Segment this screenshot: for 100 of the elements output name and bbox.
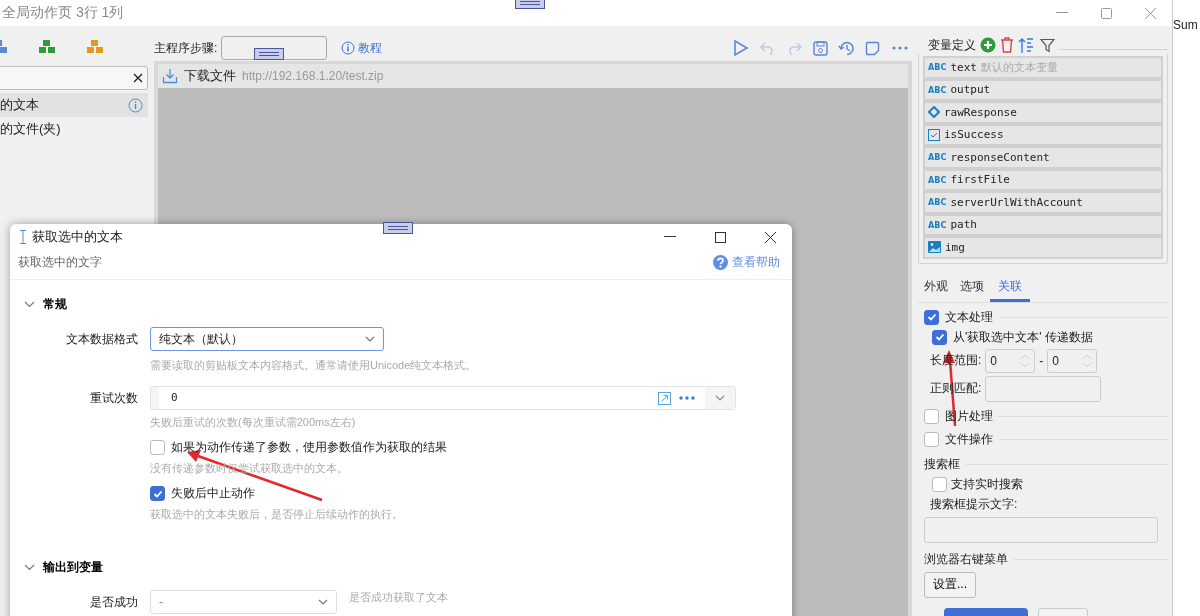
variable-item[interactable]: isSuccess [923,123,1163,146]
image-icon [928,241,941,254]
help-icon [713,255,728,270]
save-icon[interactable] [813,40,828,56]
checkbox[interactable] [932,476,947,492]
variable-item[interactable]: ABC path [923,213,1163,236]
chevron-down-icon [365,336,375,342]
checkbox[interactable] [924,431,939,447]
type-label: ABC [928,84,947,95]
check-icon [152,488,163,499]
chevron-down-icon [318,599,328,605]
info-icon [341,41,356,55]
add-icon[interactable] [980,37,996,53]
cubes-icon[interactable] [86,39,104,55]
checkbox-label: 失败后中止动作 [171,485,255,502]
close-icon [764,231,776,243]
diamond-icon [928,106,940,119]
settings-button[interactable]: 设置... [924,571,976,598]
variable-item[interactable]: img [923,236,1163,259]
drag-handle-icon [254,48,284,60]
drag-handle-icon [515,0,545,9]
variable-item[interactable]: ABC serverUrlWithAccount [923,191,1163,214]
sort-icon[interactable] [1018,36,1036,54]
cubes-icon[interactable] [38,39,56,55]
window-title: 全局动作页 3行 1列 [2,4,124,22]
field-label: 文本数据格式 [65,331,138,348]
more-icon [679,396,695,400]
variable-item[interactable]: ABC responseContent [923,146,1163,169]
section-header[interactable]: 常规 [10,296,67,313]
type-label: ABC [928,152,947,163]
field-hint: 获取选中的文本失败后，是否停止后续动作的执行。 [150,507,403,521]
checkbox-label: 如果为动作传递了参数，使用参数值作为获取的结果 [171,439,447,456]
spinner-icon [1020,353,1031,368]
input-field[interactable] [985,375,1102,402]
spin-field[interactable]: 0 [985,348,1036,373]
checkbox[interactable] [150,440,165,455]
more-icon[interactable] [892,46,908,50]
range-separator: - [1039,353,1044,368]
maximize-icon [1100,7,1112,19]
dropdown[interactable]: - [150,590,337,614]
type-label: ABC [928,174,947,185]
field-label: 重试次数 [89,390,138,407]
step-detail: http://192.168.1.20/test.zip [242,69,384,83]
download-icon [162,68,178,84]
list-item[interactable]: 的文本 [0,93,148,117]
group-title: 浏览器右键菜单 [924,550,1008,568]
checkbox[interactable] [150,486,165,501]
chevron-icon [24,564,35,571]
minimize-icon [664,236,676,238]
variable-item[interactable]: rawResponse [923,101,1163,124]
note-icon[interactable] [865,40,880,56]
close-icon [133,73,143,83]
checkbox[interactable] [932,329,947,345]
close-icon [1144,7,1156,19]
type-label: ABC [928,219,947,230]
check-icon [934,332,945,342]
minimize-icon [1056,12,1068,14]
field-label: 主程序步骤: [154,39,218,57]
variable-item[interactable]: ABC output [923,78,1163,101]
tab[interactable]: 关联 [990,273,1030,302]
field-hint: 需要读取的剪贴板文本内容格式。通常请使用Unicode纯文本格式。 [150,358,477,372]
step-name: 下载文件 [184,67,236,85]
checkbox[interactable] [924,408,939,424]
spin-field[interactable]: 0 [1047,348,1098,373]
input-field[interactable]: 0 [150,386,736,410]
variable-item[interactable]: ABC firstFile [923,168,1163,191]
field-hint: 失败后重试的次数(每次重试需200ms左右) [150,415,356,429]
checkbox-label: 支持实时搜索 [951,475,1023,493]
input-field[interactable] [924,516,1158,543]
spinner-icon [1082,353,1093,368]
dialog-title: 获取选中的文本 [32,228,124,246]
field-label: 搜索框提示文字: [930,495,1018,513]
search-field[interactable] [0,66,148,90]
checkbox-label: 从'获取选中文本' 传递数据 [953,328,1093,346]
tab[interactable]: 外观 [918,273,954,302]
maximize-icon [714,231,726,243]
group-title: 搜索框 [924,455,960,473]
panel-title: 变量定义 [928,36,976,54]
trash-icon[interactable] [1000,37,1014,53]
check-icon [926,312,937,322]
play-icon[interactable] [733,39,749,57]
field-hint: 是否成功获取了文本 [349,590,448,604]
type-label: ABC [928,197,947,208]
text-cursor-icon [20,230,26,244]
filter-icon[interactable] [1040,37,1055,53]
step-row[interactable]: 下载文件 http://192.168.1.20/test.zip [158,64,908,88]
dropdown[interactable]: 纯文本（默认） [150,327,384,351]
field-label: 是否成功 [89,594,138,611]
section-header[interactable]: 输出到变量 [10,559,103,576]
tab[interactable]: 选项 [954,273,990,302]
checkbox-label: 文件操作 [945,430,993,448]
type-label: ABC [928,62,947,73]
history-icon[interactable] [838,39,855,57]
tutorial-link[interactable]: 教程 [341,39,383,57]
dialog-subtitle: 获取选中的文字 [18,254,102,271]
side-window-text: Sum [1173,18,1199,32]
chevron-icon [24,301,35,308]
checkbox-icon [928,128,940,141]
checkbox[interactable] [924,309,939,325]
drag-handle-icon [383,222,413,234]
